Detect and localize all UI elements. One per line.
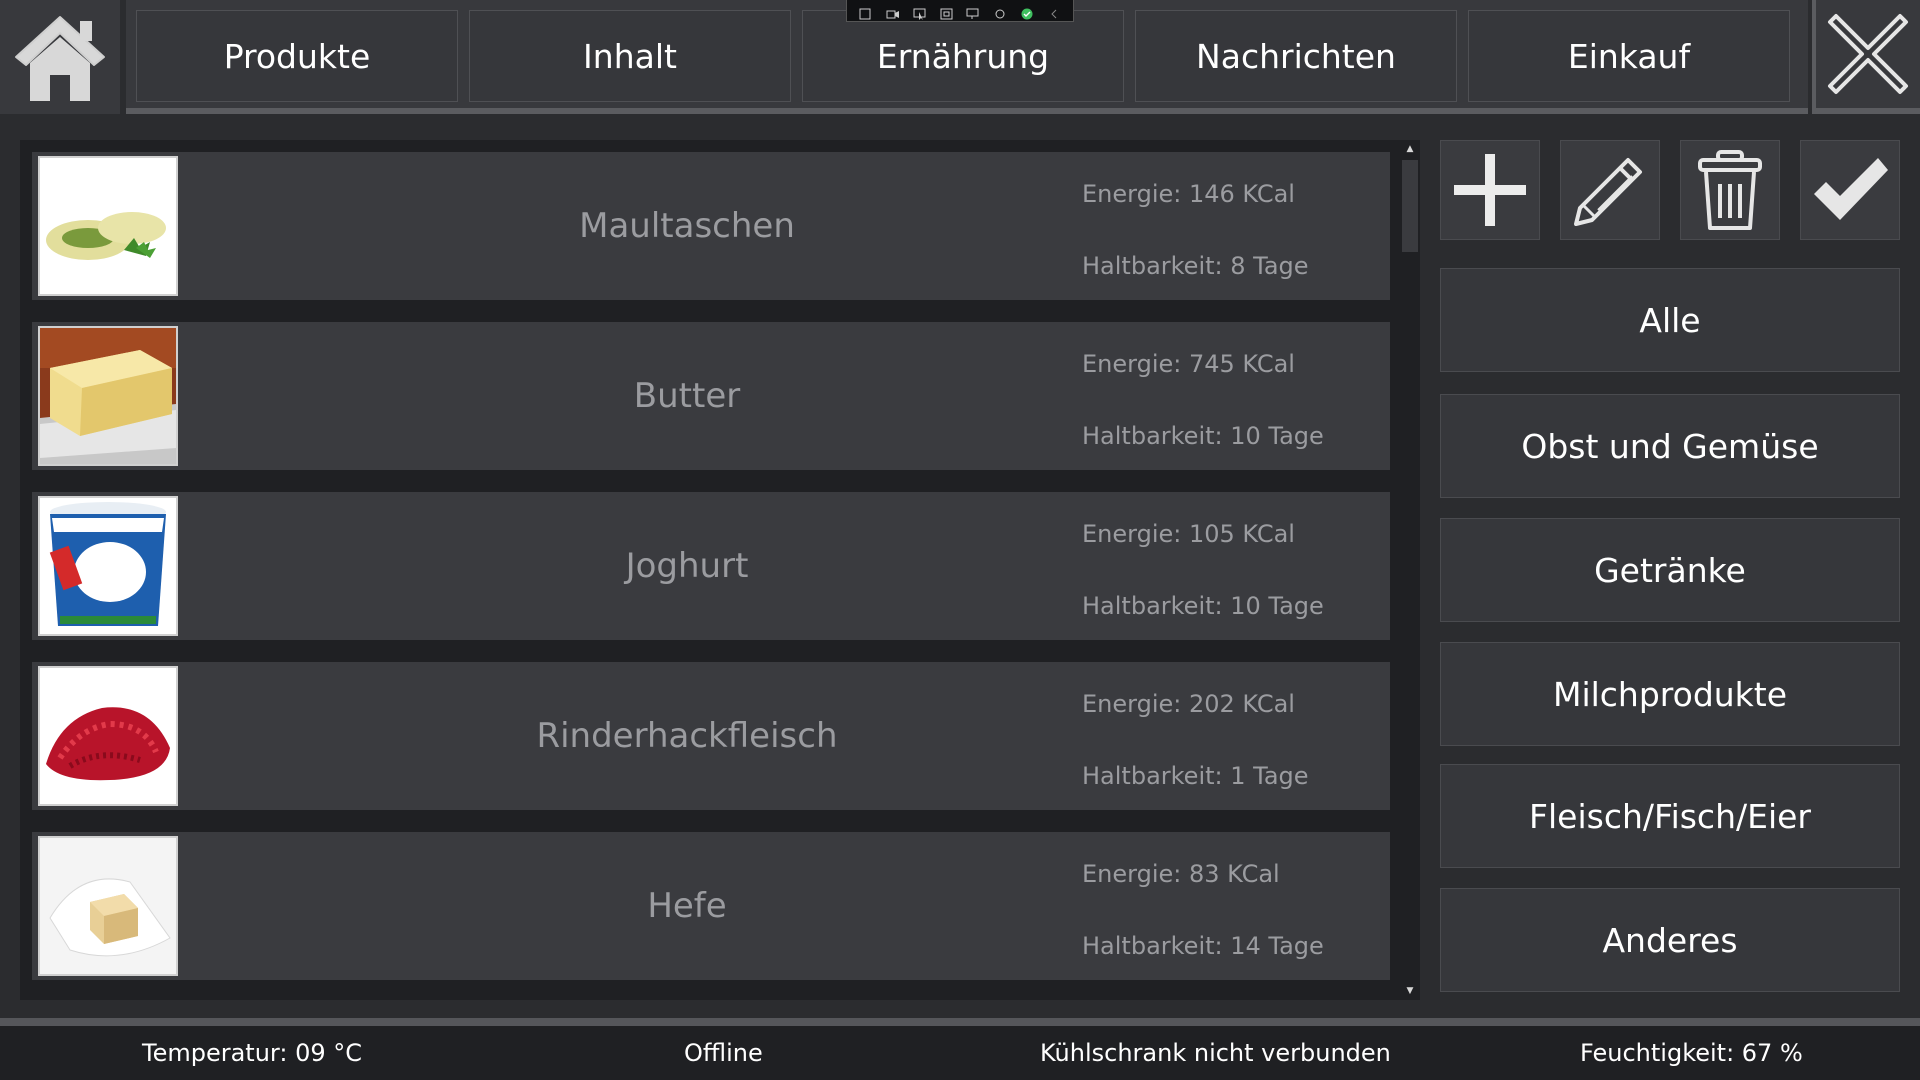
scroll-thumb[interactable] xyxy=(1402,160,1418,252)
video-icon[interactable] xyxy=(886,5,900,18)
temperature-status: Temperatur: 09 °C xyxy=(142,1039,363,1067)
product-energy: Energie: 83 KCal xyxy=(1082,860,1280,888)
category-fleisch-fisch-eier[interactable]: Fleisch/Fisch/Eier xyxy=(1440,764,1900,868)
category-label: Getränke xyxy=(1594,550,1746,590)
product-shelf-life: Haltbarkeit: 8 Tage xyxy=(1082,252,1309,280)
product-name: Joghurt xyxy=(625,546,749,586)
category-label: Anderes xyxy=(1602,920,1738,960)
tab-label: Produkte xyxy=(223,36,371,76)
tab-nachrichten[interactable]: Nachrichten xyxy=(1135,10,1457,102)
product-card-rinderhackfleisch[interactable]: Rinderhackfleisch Energie: 202 KCal Halt… xyxy=(32,662,1390,810)
tab-label: Nachrichten xyxy=(1196,36,1396,76)
product-name: Maultaschen xyxy=(579,206,795,246)
category-milchprodukte[interactable]: Milchprodukte xyxy=(1440,642,1900,746)
checkmark-icon xyxy=(1814,158,1888,220)
home-icon xyxy=(15,16,105,101)
fridge-status: Kühlschrank nicht verbunden xyxy=(1040,1039,1391,1067)
tab-label: Inhalt xyxy=(583,36,677,76)
product-image xyxy=(38,836,178,976)
close-button[interactable] xyxy=(1812,0,1920,114)
category-obst-und-gemuese[interactable]: Obst und Gemüse xyxy=(1440,394,1900,498)
category-anderes[interactable]: Anderes xyxy=(1440,888,1900,992)
status-divider xyxy=(0,1018,1920,1026)
settings-icon[interactable] xyxy=(993,5,1007,18)
joghurt-image xyxy=(40,498,176,634)
floating-mini-toolbar xyxy=(846,0,1074,22)
category-alle[interactable]: Alle xyxy=(1440,268,1900,372)
product-energy: Energie: 105 KCal xyxy=(1082,520,1295,548)
product-shelf-life: Haltbarkeit: 14 Tage xyxy=(1082,932,1324,960)
scroll-down-arrow-icon[interactable]: ▼ xyxy=(1404,984,1416,998)
product-energy: Energie: 146 KCal xyxy=(1082,180,1295,208)
product-name: Butter xyxy=(633,376,741,416)
product-image xyxy=(38,666,178,806)
maultaschen-image xyxy=(40,158,176,294)
product-image xyxy=(38,496,178,636)
product-card-butter[interactable]: Butter Energie: 745 KCal Haltbarkeit: 10… xyxy=(32,322,1390,470)
product-name: Rinderhackfleisch xyxy=(536,716,838,756)
frame-icon[interactable] xyxy=(940,5,954,19)
butter-image xyxy=(40,328,176,464)
product-card-hefe[interactable]: Hefe Energie: 83 KCal Haltbarkeit: 14 Ta… xyxy=(32,832,1390,980)
product-shelf-life: Haltbarkeit: 10 Tage xyxy=(1082,422,1324,450)
product-image xyxy=(38,156,178,296)
add-product-button[interactable] xyxy=(1440,140,1540,240)
screen-share-icon[interactable] xyxy=(966,5,980,19)
confirm-button[interactable] xyxy=(1800,140,1900,240)
trash-icon xyxy=(1698,150,1762,230)
product-energy: Energie: 745 KCal xyxy=(1082,350,1295,378)
tab-inhalt[interactable]: Inhalt xyxy=(469,10,791,102)
category-label: Alle xyxy=(1639,300,1701,340)
product-shelf-life: Haltbarkeit: 1 Tage xyxy=(1082,762,1309,790)
hefe-image xyxy=(40,838,176,974)
pencil-icon xyxy=(1574,158,1642,226)
plus-icon xyxy=(1454,154,1526,226)
status-ok-icon[interactable] xyxy=(1020,5,1034,19)
product-shelf-life: Haltbarkeit: 10 Tage xyxy=(1082,592,1324,620)
top-navigation-bar: Produkte Inhalt Ernährung Nachrichten Ei… xyxy=(0,0,1920,114)
product-card-maultaschen[interactable]: Maultaschen Energie: 146 KCal Haltbarkei… xyxy=(32,152,1390,300)
product-energy: Energie: 202 KCal xyxy=(1082,690,1295,718)
product-image xyxy=(38,326,178,466)
home-button[interactable] xyxy=(0,0,120,114)
delete-product-button[interactable] xyxy=(1680,140,1780,240)
category-label: Fleisch/Fisch/Eier xyxy=(1529,796,1811,836)
close-icon xyxy=(1828,14,1908,94)
product-list-scrollbar[interactable]: ▲ ▼ xyxy=(1400,140,1420,1000)
pointer-icon[interactable] xyxy=(913,5,927,20)
select-tool-icon[interactable] xyxy=(859,5,873,19)
hackfleisch-image xyxy=(40,668,176,804)
tab-label: Einkauf xyxy=(1567,36,1691,76)
tab-produkte[interactable]: Produkte xyxy=(136,10,458,102)
product-card-joghurt[interactable]: Joghurt Energie: 105 KCal Haltbarkeit: 1… xyxy=(32,492,1390,640)
edit-product-button[interactable] xyxy=(1560,140,1660,240)
tab-ernaehrung[interactable]: Ernährung xyxy=(802,10,1124,102)
category-label: Obst und Gemüse xyxy=(1521,426,1819,466)
humidity-status: Feuchtigkeit: 67 % xyxy=(1580,1039,1803,1067)
product-name: Hefe xyxy=(647,886,727,926)
category-label: Milchprodukte xyxy=(1552,674,1788,714)
status-bar: Temperatur: 09 °C Offline Kühlschrank ni… xyxy=(0,1026,1920,1080)
tab-einkauf[interactable]: Einkauf xyxy=(1468,10,1790,102)
product-list: Maultaschen Energie: 146 KCal Haltbarkei… xyxy=(20,140,1420,1000)
connection-status: Offline xyxy=(684,1039,763,1067)
category-getraenke[interactable]: Getränke xyxy=(1440,518,1900,622)
tab-label: Ernährung xyxy=(876,36,1050,76)
scroll-up-arrow-icon[interactable]: ▲ xyxy=(1404,142,1416,156)
collapse-arrow-icon[interactable] xyxy=(1047,5,1061,18)
